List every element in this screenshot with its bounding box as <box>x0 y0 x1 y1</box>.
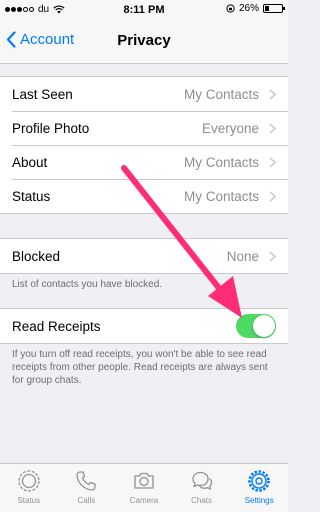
gear-icon <box>248 470 270 492</box>
tab-label: Chats <box>191 496 213 505</box>
row-value: None <box>226 248 259 264</box>
chats-icon <box>191 471 212 490</box>
tab-camera[interactable]: Camera <box>115 464 173 512</box>
row-value: My Contacts <box>183 154 259 170</box>
read-receipts-toggle[interactable] <box>236 314 276 338</box>
row-label: Status <box>12 188 51 204</box>
chevron-right-icon <box>269 250 276 262</box>
status-icon <box>18 470 40 492</box>
chevron-right-icon <box>269 88 276 100</box>
read-receipts-footnote: If you turn off read receipts, you won't… <box>12 349 268 386</box>
row-profile-photo[interactable]: Profile Photo Everyone <box>0 111 288 145</box>
chevron-right-icon <box>269 156 276 168</box>
tab-bar: Status Calls Camera Chats Settings <box>0 463 288 512</box>
page-title: Privacy <box>117 32 171 49</box>
tab-calls[interactable]: Calls <box>58 464 116 512</box>
privacy-settings-group: Last Seen My Contacts Profile Photo Ever… <box>0 76 288 214</box>
row-value: My Contacts <box>183 86 259 102</box>
chevron-right-icon <box>269 190 276 202</box>
row-last-seen[interactable]: Last Seen My Contacts <box>0 77 288 111</box>
blocked-group: Blocked None <box>0 238 288 274</box>
tab-label: Status <box>17 496 41 505</box>
row-value: My Contacts <box>183 188 259 204</box>
tab-label: Settings <box>244 496 274 505</box>
row-label: Profile Photo <box>12 120 90 136</box>
row-read-receipts: Read Receipts <box>0 309 288 343</box>
battery-icon <box>263 4 285 13</box>
row-label: About <box>12 154 48 170</box>
row-about[interactable]: About My Contacts <box>0 145 288 179</box>
row-value: Everyone <box>201 120 259 136</box>
navigation-bar: Account Privacy <box>0 20 288 64</box>
tab-label: Camera <box>129 496 159 505</box>
row-blocked[interactable]: Blocked None <box>0 239 288 273</box>
tab-chats[interactable]: Chats <box>173 464 231 512</box>
tab-settings[interactable]: Settings <box>230 464 288 512</box>
row-label: Blocked <box>12 248 61 264</box>
toggle-knob <box>253 315 275 337</box>
phone-icon <box>76 471 97 491</box>
orientation-lock-icon <box>226 4 235 13</box>
battery-area: 26% <box>226 3 285 14</box>
blocked-footnote: List of contacts you have blocked. <box>12 279 163 290</box>
row-status[interactable]: Status My Contacts <box>0 179 288 213</box>
chevron-right-icon <box>269 122 276 134</box>
tab-label: Calls <box>77 496 96 505</box>
status-bar: du 8:11 PM 26% <box>0 0 288 20</box>
row-label: Last Seen <box>12 86 73 102</box>
camera-icon <box>134 472 154 489</box>
row-label: Read Receipts <box>12 318 101 334</box>
tab-status[interactable]: Status <box>0 464 58 512</box>
battery-percent: 26% <box>238 3 259 14</box>
read-receipts-group: Read Receipts <box>0 308 288 344</box>
